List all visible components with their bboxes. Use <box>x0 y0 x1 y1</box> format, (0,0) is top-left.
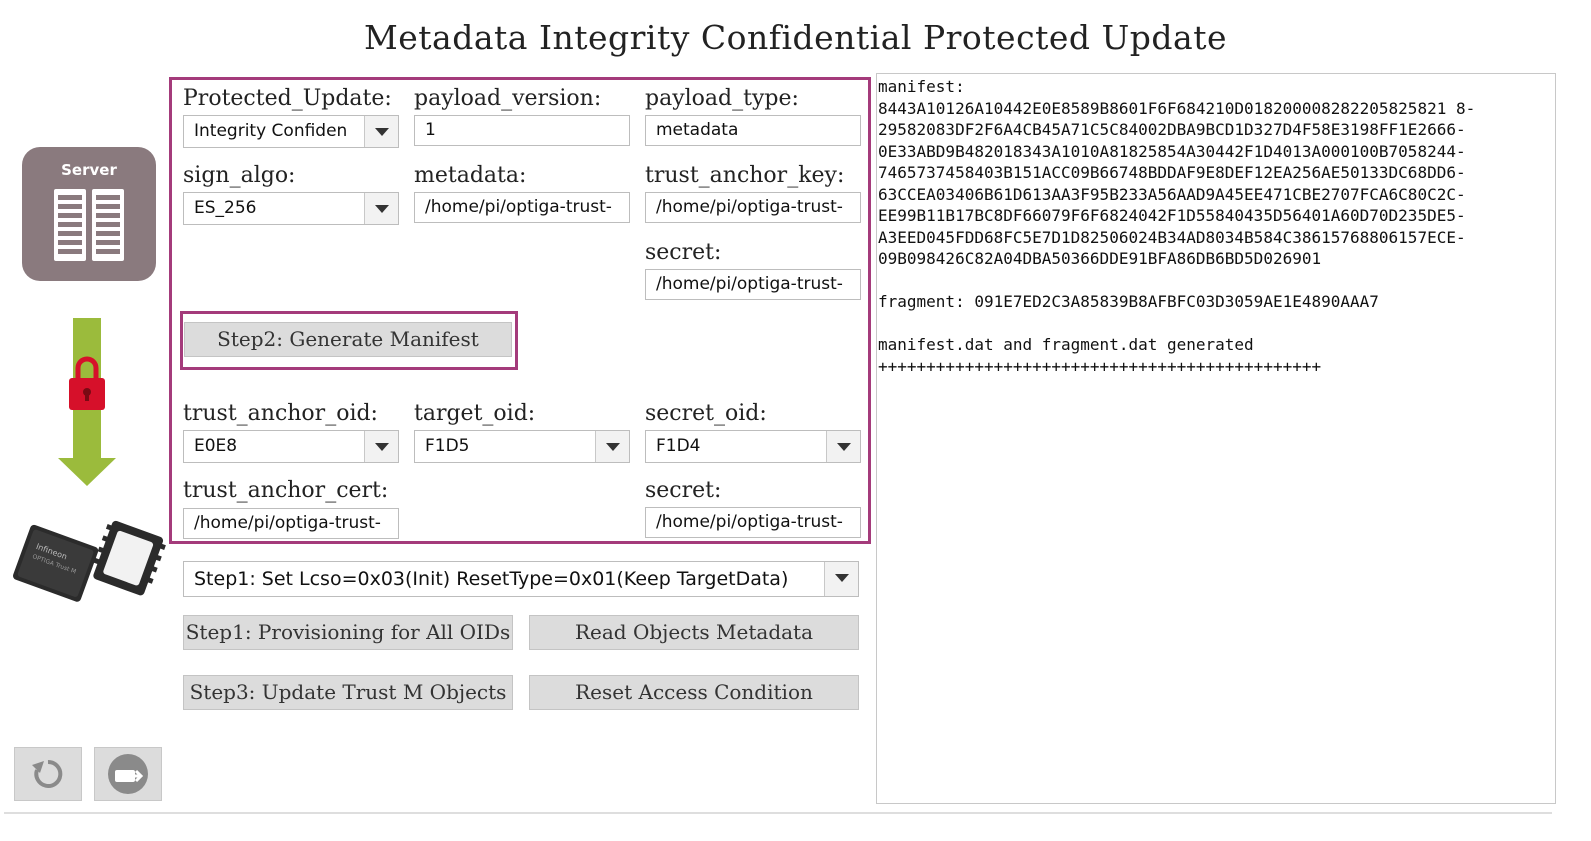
generate-manifest-button[interactable]: Step2: Generate Manifest <box>184 322 512 357</box>
exit-icon <box>108 754 148 794</box>
update-objects-button[interactable]: Step3: Update Trust M Objects <box>183 675 513 710</box>
server-icon: Server <box>22 147 156 281</box>
trust-anchor-oid-select[interactable]: E0E8 <box>183 430 399 463</box>
trust-anchor-key-input[interactable]: /home/pi/optiga-trust- <box>645 192 861 223</box>
metadata-label: metadata: <box>414 163 527 188</box>
divider <box>4 812 1552 814</box>
secret-oid-label: secret_oid: <box>645 401 767 426</box>
output-text: manifest: 8443A10126A10442E0E8589B8601F6… <box>878 77 1476 376</box>
trust-anchor-cert-label: trust_anchor_cert: <box>183 478 389 503</box>
chevron-down-icon[interactable] <box>826 431 860 462</box>
trust-anchor-oid-label: trust_anchor_oid: <box>183 401 378 426</box>
metadata-path-input[interactable]: /home/pi/optiga-trust- <box>414 192 630 223</box>
chevron-down-icon[interactable] <box>364 116 398 147</box>
sign-algo-label: sign_algo: <box>183 163 296 188</box>
back-button[interactable] <box>14 747 82 801</box>
payload-type-input[interactable]: metadata <box>645 115 861 146</box>
download-arrow-icon <box>58 318 116 488</box>
sign-algo-value: ES_256 <box>194 198 257 218</box>
back-arrow-icon <box>32 759 63 788</box>
target-oid-select[interactable]: F1D5 <box>414 430 630 463</box>
page-title: Metadata Integrity Confidential Protecte… <box>363 18 1228 57</box>
chevron-down-icon[interactable] <box>595 431 629 462</box>
output-console[interactable]: manifest: 8443A10126A10442E0E8589B8601F6… <box>876 73 1556 804</box>
chip-icon: Infineon OPTIGA Trust M <box>10 512 170 604</box>
target-oid-label: target_oid: <box>414 401 536 426</box>
protected-update-label: Protected_Update: <box>183 86 392 111</box>
secret-label-bottom: secret: <box>645 478 722 503</box>
payload-version-label: payload_version: <box>414 86 602 111</box>
secret-path-input[interactable]: /home/pi/optiga-trust- <box>645 269 861 300</box>
secret-path-input-bottom[interactable]: /home/pi/optiga-trust- <box>645 507 861 538</box>
read-metadata-button[interactable]: Read Objects Metadata <box>529 615 859 650</box>
trust-anchor-key-label: trust_anchor_key: <box>645 163 845 188</box>
sign-algo-select[interactable]: ES_256 <box>183 192 399 225</box>
step1-lcso-select[interactable]: Step1: Set Lcso=0x03(Init) ResetType=0x0… <box>183 561 859 597</box>
trust-anchor-cert-input[interactable]: /home/pi/optiga-trust- <box>183 508 399 539</box>
payload-version-input[interactable]: 1 <box>414 115 630 146</box>
reset-access-button[interactable]: Reset Access Condition <box>529 675 859 710</box>
secret-label: secret: <box>645 240 722 265</box>
target-oid-value: F1D5 <box>425 436 470 456</box>
chevron-down-icon[interactable] <box>364 431 398 462</box>
payload-type-label: payload_type: <box>645 86 799 111</box>
chevron-down-icon[interactable] <box>364 193 398 224</box>
exit-button[interactable] <box>94 747 162 801</box>
step1-lcso-value: Step1: Set Lcso=0x03(Init) ResetType=0x0… <box>194 568 789 590</box>
trust-anchor-oid-value: E0E8 <box>194 436 238 456</box>
secret-oid-select[interactable]: F1D4 <box>645 430 861 463</box>
protected-update-select[interactable]: Integrity Confiden <box>183 115 399 148</box>
provisioning-button[interactable]: Step1: Provisioning for All OIDs <box>183 615 513 650</box>
secret-oid-value: F1D4 <box>656 436 701 456</box>
chevron-down-icon[interactable] <box>824 562 858 596</box>
protected-update-value: Integrity Confiden <box>194 121 348 141</box>
